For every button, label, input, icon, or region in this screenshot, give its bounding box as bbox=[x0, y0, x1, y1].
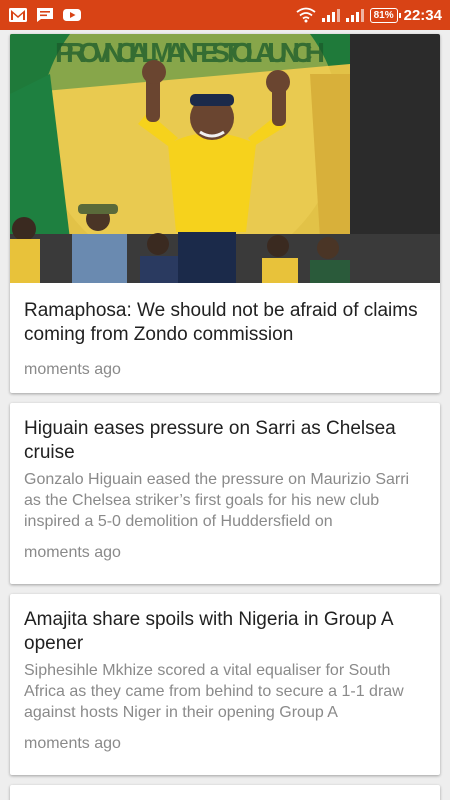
news-card[interactable]: Amajita share spoils with Nigeria in Gro… bbox=[10, 594, 440, 775]
article-timestamp: moments ago bbox=[24, 735, 121, 752]
article-title[interactable]: Ramaphosa: We should not be afraid of cl… bbox=[24, 299, 426, 347]
article-summary: Gonzalo Higuain eased the pressure on Ma… bbox=[24, 471, 410, 530]
youtube-icon bbox=[62, 7, 82, 23]
news-card[interactable]: Higuain eases pressure on Sarri as Chels… bbox=[10, 403, 440, 584]
signal-icon bbox=[321, 8, 340, 22]
card-body: Amajita share spoils with Nigeria in Gro… bbox=[10, 594, 440, 767]
status-bar: 81% 22:34 bbox=[0, 0, 450, 30]
gmail-icon bbox=[8, 7, 28, 23]
article-timestamp: moments ago bbox=[24, 544, 121, 561]
banner-text: PROVINCIAL MANIFESTO LAUNCH bbox=[55, 37, 325, 68]
wifi-icon bbox=[296, 7, 316, 23]
article-timestamp: moments ago bbox=[24, 361, 121, 378]
news-feed[interactable]: PROVINCIAL MANIFESTO LAUNCH Ramaphosa: W… bbox=[10, 34, 440, 800]
clock: 22:34 bbox=[403, 6, 442, 24]
card-body: Higuain eases pressure on Sarri as Chels… bbox=[10, 403, 440, 576]
article-title[interactable]: Higuain eases pressure on Sarri as Chels… bbox=[24, 417, 426, 465]
message-icon bbox=[36, 7, 54, 23]
article-title[interactable]: Amajita share spoils with Nigeria in Gro… bbox=[24, 608, 426, 656]
news-card[interactable]: PROVINCIAL MANIFESTO LAUNCH Ramaphosa: W… bbox=[10, 34, 440, 393]
article-image[interactable]: PROVINCIAL MANIFESTO LAUNCH bbox=[10, 34, 440, 283]
article-summary: Siphesihle Mkhize scored a vital equalis… bbox=[24, 662, 404, 721]
signal-icon-2 bbox=[345, 8, 364, 22]
news-card[interactable] bbox=[10, 785, 440, 800]
card-body: Ramaphosa: We should not be afraid of cl… bbox=[10, 283, 440, 393]
battery-indicator: 81% bbox=[369, 7, 401, 23]
